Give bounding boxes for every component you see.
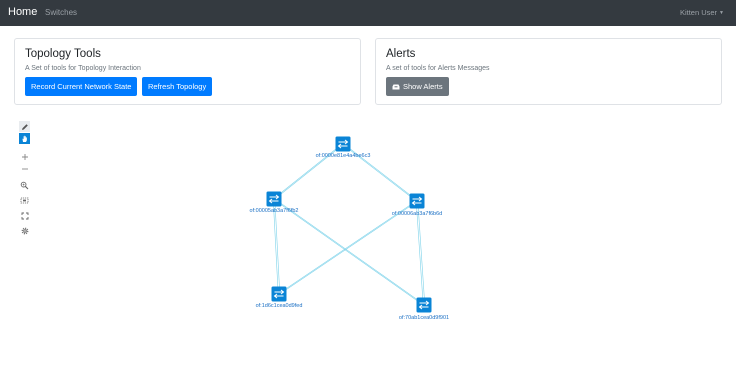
switch-label: of:0000e81e4a4be6c3 (316, 153, 371, 159)
switch-label: of:70ab1cea0d9f901 (399, 315, 449, 321)
switch-node[interactable]: of:1d6c1cea0d9fed (256, 286, 303, 310)
switch-icon[interactable] (416, 297, 432, 313)
topology-nodes: of:0000e81e4a4be6c3 of:00005ab3a7f6fb2 of:… (250, 136, 449, 322)
switch-label: of:1d6c1cea0d9fed (256, 303, 303, 309)
switch-icon[interactable] (271, 286, 287, 302)
switch-node[interactable]: of:00005ab3a7f6fb2 (250, 191, 299, 215)
switch-node[interactable]: of:70ab1cea0d9f901 (399, 297, 449, 322)
switch-icon[interactable] (266, 191, 282, 207)
switch-node[interactable]: of:00006ab3a7f6b6d (392, 193, 442, 218)
switch-label: of:00006ab3a7f6b6d (392, 211, 442, 217)
topology-graph[interactable]: of:0000e81e4a4be6c3 of:00005ab3a7f6fb2 of:… (0, 0, 736, 383)
topology-links (272, 143, 426, 306)
switch-icon[interactable] (409, 193, 425, 209)
switch-node[interactable]: of:0000e81e4a4be6c3 (316, 136, 371, 160)
switch-label: of:00005ab3a7f6fb2 (250, 208, 299, 214)
switch-icon[interactable] (335, 136, 351, 152)
